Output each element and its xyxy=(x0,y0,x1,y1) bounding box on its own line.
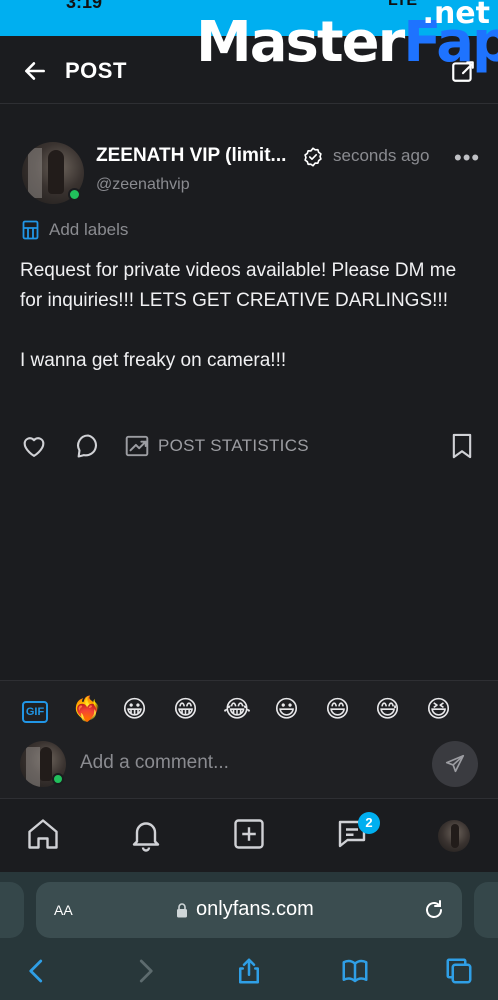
post-header: POST xyxy=(0,36,498,104)
label-icon xyxy=(22,220,39,240)
author-name[interactable]: ZEENATH VIP (limit... xyxy=(96,145,286,167)
emoji-grinning[interactable]: 😀 xyxy=(122,695,147,725)
post-statistics-button[interactable]: POST STATISTICS xyxy=(124,432,309,460)
tabs-icon[interactable] xyxy=(444,956,474,986)
emoji-heart-on-fire[interactable]: ❤️‍🔥 xyxy=(72,695,102,725)
bookmarks-icon[interactable] xyxy=(340,956,370,986)
edit-icon[interactable] xyxy=(450,58,476,84)
post-paragraph: I wanna get freaky on camera!!! xyxy=(20,350,287,371)
reload-icon[interactable] xyxy=(422,898,446,922)
messages-badge: 2 xyxy=(358,812,380,834)
home-icon[interactable] xyxy=(25,816,61,852)
emoji-smile[interactable]: 😄 xyxy=(325,695,350,725)
verified-icon xyxy=(304,147,322,167)
gif-button[interactable]: GIF xyxy=(22,701,48,723)
add-labels-button[interactable]: Add labels xyxy=(22,219,128,241)
comment-icon[interactable] xyxy=(74,432,102,460)
profile-avatar[interactable] xyxy=(438,820,470,852)
browser-toolbar: AA onlyfans.com xyxy=(0,872,498,1000)
plus-icon[interactable] xyxy=(231,816,267,852)
next-tab-preview[interactable] xyxy=(474,882,498,938)
back-arrow-icon[interactable] xyxy=(22,58,48,84)
emoji-tears-of-joy[interactable]: 😂 xyxy=(223,695,251,725)
bell-icon[interactable] xyxy=(128,816,164,852)
stats-icon xyxy=(125,435,149,457)
share-icon[interactable] xyxy=(234,956,264,986)
heart-icon[interactable] xyxy=(20,432,48,460)
post-time: seconds ago xyxy=(333,146,430,165)
emoji-laughing[interactable]: 😆 xyxy=(426,695,451,725)
send-icon xyxy=(445,754,465,773)
lock-icon xyxy=(177,903,187,918)
emoji-sweat-smile[interactable]: 😅 xyxy=(375,695,400,725)
reader-settings-button[interactable]: AA xyxy=(54,899,73,921)
status-bar: 3:19 LTE xyxy=(0,0,498,36)
author-handle[interactable]: @zeenathvip xyxy=(96,176,190,194)
post-text: Request for private videos available! Pl… xyxy=(20,256,460,406)
bookmark-icon[interactable] xyxy=(450,432,474,460)
url-text[interactable]: onlyfans.com xyxy=(196,898,314,921)
post-statistics-label: POST STATISTICS xyxy=(158,436,309,455)
emoji-beaming[interactable]: 😁 xyxy=(173,695,198,725)
emoji-smiley[interactable]: 😃 xyxy=(274,695,299,725)
post-author: ZEENATH VIP (limit... seconds ago ••• @z… xyxy=(22,142,482,204)
back-icon[interactable] xyxy=(22,956,52,986)
more-icon[interactable]: ••• xyxy=(454,147,480,169)
online-indicator xyxy=(52,773,64,785)
comment-input[interactable] xyxy=(80,745,400,781)
comment-composer xyxy=(0,735,498,799)
tab-bar xyxy=(0,800,498,872)
forward-icon[interactable] xyxy=(130,956,160,986)
post-actions: POST STATISTICS xyxy=(20,430,480,464)
send-button[interactable] xyxy=(432,741,478,787)
status-network: LTE xyxy=(388,0,418,9)
online-indicator xyxy=(68,188,81,201)
status-time: 3:19 xyxy=(66,0,103,12)
add-labels-label: Add labels xyxy=(49,220,129,239)
page-title: POST xyxy=(65,58,127,83)
previous-tab-preview[interactable] xyxy=(0,882,24,938)
emoji-bar: GIF ❤️‍🔥 😀 😁 😂 😃 😄 😅 😆 xyxy=(0,680,498,740)
address-bar[interactable]: AA onlyfans.com xyxy=(36,882,462,938)
post-paragraph: Request for private videos available! Pl… xyxy=(20,260,457,311)
